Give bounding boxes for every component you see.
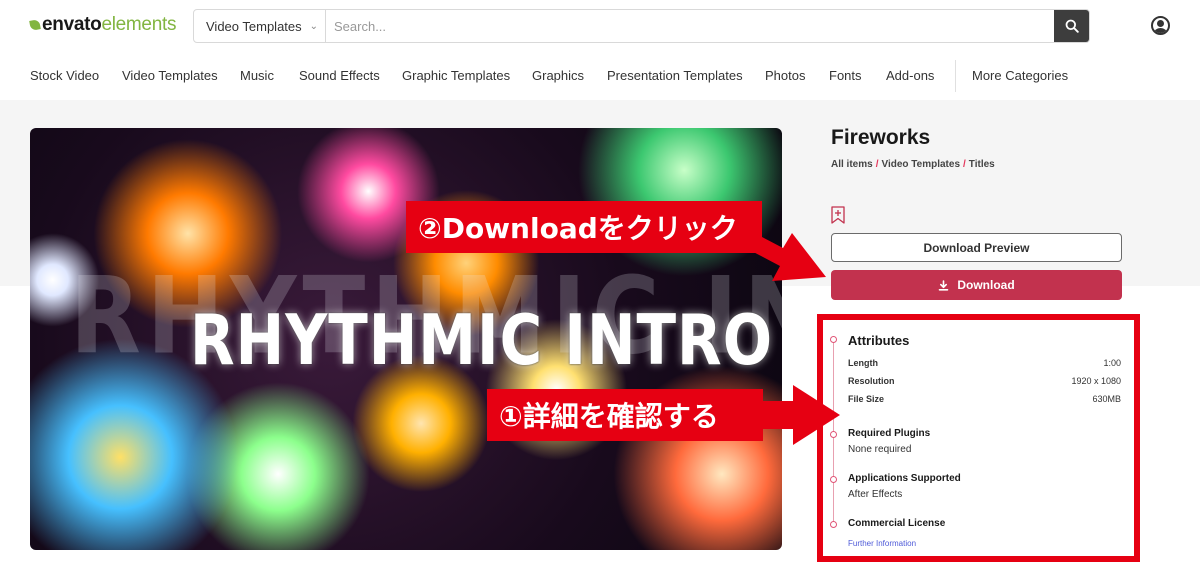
nav-item-presentation-templates[interactable]: Presentation Templates [607,68,743,83]
nav-item-sound-effects[interactable]: Sound Effects [299,68,380,83]
envato-elements-logo[interactable]: envato elements [29,14,176,36]
bookmark-add-icon[interactable] [831,206,845,224]
breadcrumb-video-templates[interactable]: Video Templates [881,159,960,170]
nav-item-graphic-templates[interactable]: Graphic Templates [402,68,510,83]
site-header: envato elements Video Templates ⌄ [0,0,1200,52]
download-button[interactable]: Download [831,270,1122,300]
breadcrumb: All items / Video Templates / Titles [831,159,995,170]
nav-item-graphics[interactable]: Graphics [532,68,584,83]
preview-title-text: RHYTHMIC INTRO [190,299,774,381]
item-preview-image[interactable]: RHYTHMIC INTRO RHYTHMIC INTRO [30,128,782,550]
nav-item-photos[interactable]: Photos [765,68,805,83]
search-input[interactable] [326,10,1054,42]
callout-details: ①詳細を確認する [487,389,763,441]
chevron-down-icon: ⌄ [309,20,319,32]
attributes-highlight-box [817,314,1140,562]
breadcrumb-separator: / [963,159,966,170]
nav-item-music[interactable]: Music [240,68,274,83]
breadcrumb-titles[interactable]: Titles [969,159,995,170]
download-button-label: Download [957,278,1015,292]
nav-item-fonts[interactable]: Fonts [829,68,862,83]
search-category-dropdown[interactable]: Video Templates ⌄ [194,10,326,42]
category-nav: Stock Video Video Templates Music Sound … [0,56,1200,100]
download-icon [939,279,949,291]
nav-divider [955,60,956,92]
item-title: Fireworks [831,126,931,149]
user-icon[interactable] [1151,16,1170,35]
callout-download: ②Downloadをクリック [406,201,762,253]
search-bar: Video Templates ⌄ [193,9,1090,43]
breadcrumb-separator: / [875,159,879,170]
nav-item-add-ons[interactable]: Add-ons [886,68,934,83]
nav-item-more-categories[interactable]: More Categories [972,68,1068,83]
search-button[interactable] [1054,10,1089,42]
nav-item-stock-video[interactable]: Stock Video [30,68,99,83]
leaf-icon [29,19,41,31]
search-icon [1065,19,1079,33]
nav-item-video-templates[interactable]: Video Templates [122,68,218,83]
breadcrumb-all-items[interactable]: All items [831,159,873,170]
download-preview-button[interactable]: Download Preview [831,233,1122,262]
